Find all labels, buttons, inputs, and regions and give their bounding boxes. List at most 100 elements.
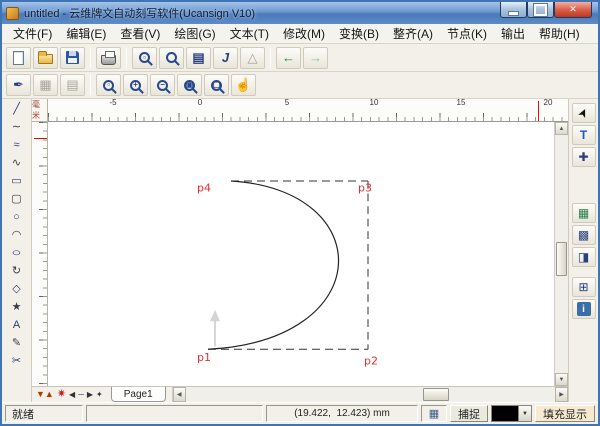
maximize-button[interactable] — [527, 2, 554, 18]
menu-draw[interactable]: 绘图(G) — [167, 24, 222, 43]
zoom-region-icon: ▫ — [139, 52, 150, 63]
vertical-text-tool[interactable]: T — [572, 125, 596, 145]
scroll-left-icon[interactable]: ◀ — [173, 387, 186, 402]
chevron-down-icon[interactable]: ▼ — [518, 406, 531, 421]
scroll-up-icon[interactable]: ▲ — [555, 122, 568, 135]
flip-color-icon[interactable]: ▼▲ — [36, 390, 54, 399]
page-dash-button[interactable]: ─ — [78, 391, 84, 399]
toolbar-separator — [90, 75, 91, 95]
menu-view[interactable]: 查看(V) — [113, 24, 167, 43]
color-dropdown[interactable]: ▼ — [491, 405, 532, 422]
canvas-wrap: p4 p3 p1 p2 ▲ ▼ — [32, 122, 568, 386]
freehand-tool[interactable]: ∿ — [6, 155, 28, 172]
menu-align[interactable]: 整齐(A) — [386, 24, 440, 43]
close-button[interactable]: ✕ — [554, 2, 592, 18]
vertical-scroll-thumb[interactable] — [556, 242, 567, 276]
undo-button[interactable]: ← — [276, 47, 301, 69]
simulate-button[interactable]: △ — [240, 47, 265, 69]
open-file-button[interactable] — [33, 47, 58, 69]
zoom-region-button[interactable]: ▫ — [132, 47, 157, 69]
text-tool[interactable]: A — [6, 317, 28, 334]
select-cursor-icon: ➤ — [575, 105, 592, 120]
curve-tool[interactable]: ≈ — [6, 137, 28, 154]
knife-tool[interactable]: ✂ — [6, 353, 28, 370]
properties-button[interactable]: ▤ — [186, 47, 211, 69]
menu-output[interactable]: 输出 — [494, 24, 532, 43]
cursor-y-marker — [34, 138, 47, 139]
grid-toggle-button[interactable]: ▦ — [33, 74, 58, 96]
zoom-page-button[interactable]: ▢ — [204, 74, 229, 96]
pan-button[interactable]: ☝ — [231, 74, 256, 96]
main-area: ╱ ∼ ≈ ∿ ▭ ▢ ○ ◠ ○ ↻ ◇ ★ A ✎ ✂ 毫米 -5 0 5 — [2, 99, 598, 402]
star-color-icon[interactable]: ✷ — [57, 389, 66, 400]
zoom-in-icon: + — [130, 80, 141, 91]
zoom-in-button[interactable]: + — [123, 74, 148, 96]
arc-tool[interactable]: ◠ — [6, 227, 28, 244]
ruler-toggle-button[interactable]: ▤ — [60, 74, 85, 96]
polyline-tool[interactable]: ∼ — [6, 119, 28, 136]
fill-display-button[interactable]: 填充显示 — [535, 405, 595, 422]
save-button[interactable] — [60, 47, 85, 69]
page-add-button[interactable]: ✦ — [96, 391, 103, 399]
menu-modify[interactable]: 修改(M) — [276, 24, 332, 43]
toolbar-main: ▫ ▤ J △ ← → — [2, 44, 598, 72]
page-next-button[interactable]: ▶ — [87, 391, 93, 399]
star-tool[interactable]: ★ — [6, 299, 28, 316]
line-icon: ╱ — [13, 104, 20, 115]
zoom-out-button[interactable]: − — [150, 74, 175, 96]
node-edit-tool[interactable]: ✚ — [572, 147, 596, 167]
snap-toggle-button[interactable]: 捕捉 — [450, 405, 488, 422]
zoom-all-button[interactable]: ▣ — [177, 74, 202, 96]
preview-button[interactable] — [159, 47, 184, 69]
scroll-right-icon[interactable]: ▶ — [555, 387, 568, 402]
point-label-p3: p3 — [358, 182, 372, 195]
toolbar-view: ✒ ▦ ▤ ▫ + − ▣ ▢ ☝ — [2, 72, 598, 99]
print-button[interactable] — [96, 47, 121, 69]
current-color-swatch[interactable] — [492, 406, 518, 421]
circle-tool[interactable]: ○ — [6, 209, 28, 226]
rounded-rect-tool[interactable]: ▢ — [6, 191, 28, 208]
outline-tool[interactable]: ◨ — [572, 247, 596, 267]
redo-button[interactable]: → — [303, 47, 328, 69]
rectangle-tool[interactable]: ▭ — [6, 173, 28, 190]
select-tool[interactable]: ➤ — [572, 103, 596, 123]
menu-transform[interactable]: 变换(B) — [332, 24, 386, 43]
scroll-down-icon[interactable]: ▼ — [555, 373, 568, 386]
pen-tool[interactable]: ✎ — [6, 335, 28, 352]
drawing-canvas[interactable]: p4 p3 p1 p2 — [48, 122, 554, 386]
grid-indicator-icon: ▦ — [421, 405, 447, 422]
image-tool[interactable]: ▦ — [572, 203, 596, 223]
new-document-button[interactable] — [6, 47, 31, 69]
menu-help[interactable]: 帮助(H) — [532, 24, 587, 43]
menu-file[interactable]: 文件(F) — [6, 24, 59, 43]
grid-panel-button[interactable]: ⊞ — [572, 277, 596, 297]
zoom-window-button[interactable]: ▫ — [96, 74, 121, 96]
arc-curve[interactable] — [208, 181, 339, 349]
fill-tool[interactable]: ▩ — [572, 225, 596, 245]
vertical-scrollbar[interactable]: ▲ ▼ — [554, 122, 568, 386]
cut-path-button[interactable]: J — [213, 47, 238, 69]
ruler-tick-label: 10 — [370, 99, 379, 107]
blade-tool-button[interactable]: ✒ — [6, 74, 31, 96]
polygon-tool[interactable]: ◇ — [6, 281, 28, 298]
knife-icon: ✂ — [12, 356, 21, 367]
toolbar-separator — [90, 48, 91, 68]
spiral-tool[interactable]: ↻ — [6, 263, 28, 280]
horizontal-scroll-thumb[interactable] — [423, 388, 449, 401]
info-panel-button[interactable]: i — [572, 299, 596, 319]
menu-edit[interactable]: 编辑(E) — [59, 24, 113, 43]
toolbar-separator — [270, 48, 271, 68]
page-tab[interactable]: Page1 — [111, 387, 166, 402]
spiral-icon: ↻ — [12, 266, 21, 277]
menu-node[interactable]: 节点(K) — [440, 24, 494, 43]
line-tool[interactable]: ╱ — [6, 101, 28, 118]
minimize-button[interactable] — [500, 2, 527, 18]
menu-text[interactable]: 文本(T) — [223, 24, 276, 43]
arc-icon: ◠ — [12, 230, 22, 241]
ruler-tick-label: 15 — [457, 99, 466, 107]
horizontal-scrollbar[interactable]: ◀ ▶ — [172, 387, 568, 402]
page-prev-button[interactable]: ◀ — [69, 391, 75, 399]
ellipse-tool[interactable]: ○ — [6, 245, 28, 262]
zoom-window-icon: ▫ — [103, 80, 114, 91]
direction-arrow-head — [210, 310, 220, 322]
